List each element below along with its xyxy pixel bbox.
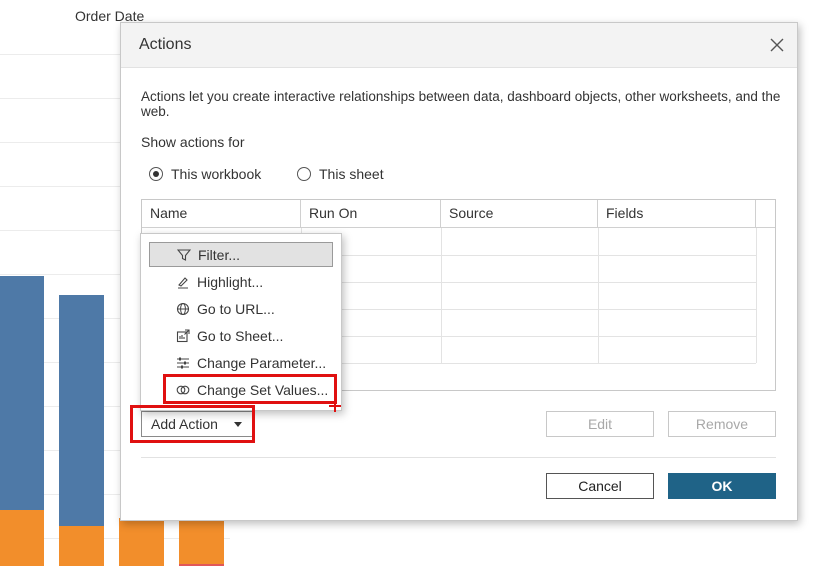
dialog-header: Actions xyxy=(121,23,797,68)
menu-item-go-to-url[interactable]: Go to URL... xyxy=(149,296,333,321)
column-header-name[interactable]: Name xyxy=(142,200,301,227)
cancel-button[interactable]: Cancel xyxy=(546,473,654,499)
bar-orange xyxy=(179,520,224,564)
dialog-description: Actions let you create interactive relat… xyxy=(141,89,781,119)
radio-label: This workbook xyxy=(171,166,262,182)
highlight-box-change-set-values xyxy=(163,374,337,404)
gridline xyxy=(0,142,120,143)
highlight-icon xyxy=(175,274,191,290)
menu-item-label: Filter... xyxy=(198,246,241,263)
bar-blue xyxy=(59,295,104,526)
menu-item-label: Go to Sheet... xyxy=(197,327,284,344)
sliders-icon xyxy=(175,355,191,371)
gridline xyxy=(0,98,120,99)
bar-orange xyxy=(59,526,104,566)
menu-item-highlight[interactable]: Highlight... xyxy=(149,269,333,294)
filter-icon xyxy=(176,247,192,263)
sheet-icon xyxy=(175,328,191,344)
column-header-run-on[interactable]: Run On xyxy=(301,200,441,227)
column-header-source[interactable]: Source xyxy=(441,200,598,227)
menu-item-go-to-sheet[interactable]: Go to Sheet... xyxy=(149,323,333,348)
crosshair-cursor-icon xyxy=(329,400,341,412)
menu-item-change-parameter[interactable]: Change Parameter... xyxy=(149,350,333,375)
radio-this-workbook[interactable]: This workbook xyxy=(149,164,261,184)
radio-label: This sheet xyxy=(319,166,384,182)
show-actions-for-label: Show actions for xyxy=(141,134,245,150)
bar-orange xyxy=(119,518,164,566)
menu-item-label: Change Parameter... xyxy=(197,354,327,371)
radio-unselected-icon xyxy=(297,167,311,181)
menu-item-filter[interactable]: Filter... xyxy=(149,242,333,267)
gridline xyxy=(0,274,120,275)
radio-this-sheet[interactable]: This sheet xyxy=(297,164,384,184)
table-header: Name Run On Source Fields xyxy=(142,200,775,228)
remove-button[interactable]: Remove xyxy=(668,411,776,437)
gridline xyxy=(0,230,120,231)
bar-blue xyxy=(0,276,44,510)
globe-icon xyxy=(175,301,191,317)
gridline xyxy=(0,54,120,55)
ok-button[interactable]: OK xyxy=(668,473,776,499)
column-header-fields[interactable]: Fields xyxy=(598,200,756,227)
dialog-title: Actions xyxy=(139,36,192,53)
menu-item-label: Highlight... xyxy=(197,273,264,290)
radio-selected-icon xyxy=(149,167,163,181)
bar-orange xyxy=(0,510,44,566)
menu-item-label: Go to URL... xyxy=(197,300,275,317)
close-icon[interactable] xyxy=(769,37,785,53)
edit-button[interactable]: Edit xyxy=(546,411,654,437)
gridline xyxy=(0,186,120,187)
highlight-box-add-action xyxy=(130,405,255,443)
dialog-divider xyxy=(141,457,776,458)
